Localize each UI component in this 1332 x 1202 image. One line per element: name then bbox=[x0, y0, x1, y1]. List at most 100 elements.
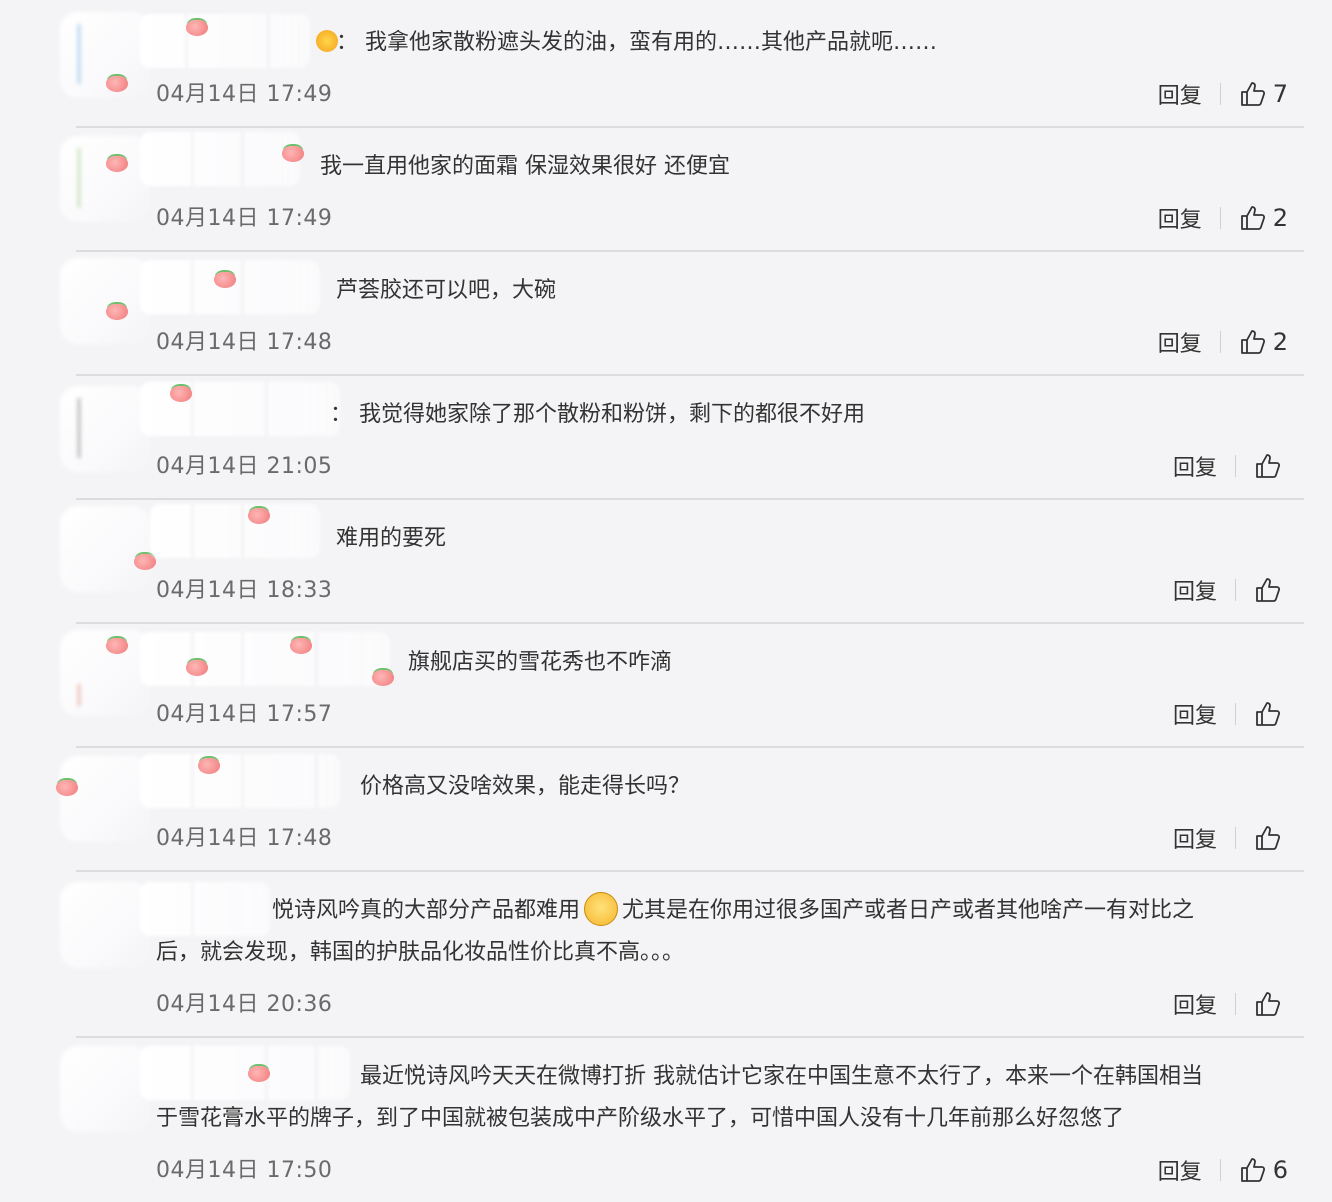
strawberry-icon bbox=[198, 758, 220, 774]
like-button[interactable] bbox=[1254, 824, 1288, 852]
comment-text-continued: 后，就会发现，韩国的护肤品化妆品性价比真不高。。。 bbox=[156, 940, 685, 965]
comment-text: ： 我拿他家散粉遮头发的油，蛮有用的……其他产品就呃…… bbox=[336, 30, 938, 55]
username-blurred[interactable] bbox=[150, 504, 320, 558]
separator bbox=[1235, 827, 1236, 849]
divider bbox=[76, 622, 1304, 624]
comment-text: 难用的要死 bbox=[336, 526, 447, 551]
reply-button[interactable]: 回复 bbox=[1158, 78, 1202, 110]
avatar[interactable] bbox=[60, 136, 150, 222]
comment-text: 悦诗风吟真的大部分产品都难用 尤其是在你用过很多国产或者日产或者其他啥产一有对比之 bbox=[272, 890, 1194, 932]
avatar[interactable] bbox=[60, 12, 150, 98]
avatar[interactable] bbox=[60, 756, 150, 842]
divider bbox=[76, 1036, 1304, 1038]
comment-time: 04月14日 17:48 bbox=[156, 330, 333, 355]
reply-button[interactable]: 回复 bbox=[1173, 988, 1217, 1020]
like-button[interactable]: 6 bbox=[1239, 1156, 1288, 1184]
comment-text: 旗舰店买的雪花秀也不咋滴 bbox=[408, 650, 673, 675]
divider bbox=[76, 374, 1304, 376]
like-button[interactable]: 2 bbox=[1239, 328, 1288, 356]
separator bbox=[1219, 207, 1221, 229]
strawberry-icon bbox=[186, 660, 208, 676]
like-button[interactable]: 2 bbox=[1239, 204, 1288, 232]
strawberry-icon bbox=[214, 272, 236, 288]
username-blurred[interactable] bbox=[140, 754, 340, 808]
avatar[interactable] bbox=[60, 1046, 150, 1132]
username-blurred[interactable] bbox=[140, 882, 270, 936]
username-blurred[interactable] bbox=[140, 632, 390, 686]
like-button[interactable] bbox=[1254, 700, 1288, 728]
reply-button[interactable]: 回复 bbox=[1158, 202, 1202, 234]
like-button[interactable] bbox=[1254, 576, 1288, 604]
comment-time: 04月14日 17:57 bbox=[156, 702, 333, 727]
like-button[interactable] bbox=[1254, 452, 1288, 480]
crown-icon bbox=[316, 30, 338, 52]
like-count: 7 bbox=[1272, 80, 1288, 108]
avatar[interactable] bbox=[60, 882, 150, 968]
username-blurred[interactable] bbox=[140, 14, 310, 68]
comment-time: 04月14日 17:50 bbox=[156, 1158, 333, 1183]
comment-time: 04月14日 21:05 bbox=[156, 454, 333, 479]
avatar[interactable] bbox=[60, 630, 150, 716]
comment-time: 04月14日 18:33 bbox=[156, 578, 333, 603]
separator bbox=[1235, 703, 1236, 725]
strawberry-icon bbox=[106, 304, 128, 320]
comment-time: 04月14日 17:49 bbox=[156, 206, 333, 231]
like-button[interactable] bbox=[1254, 990, 1288, 1018]
thumbs-up-icon bbox=[1256, 992, 1281, 1016]
reply-button[interactable]: 回复 bbox=[1173, 822, 1217, 854]
reply-button[interactable]: 回复 bbox=[1158, 326, 1202, 358]
strawberry-icon bbox=[186, 20, 208, 36]
thumbs-up-icon bbox=[1240, 330, 1265, 354]
avatar[interactable] bbox=[60, 386, 150, 472]
separator bbox=[1219, 331, 1221, 353]
reply-button[interactable]: 回复 bbox=[1173, 450, 1217, 482]
divider bbox=[76, 746, 1304, 748]
like-count: 2 bbox=[1272, 204, 1288, 232]
thumbs-up-icon bbox=[1256, 826, 1281, 850]
like-count: 6 bbox=[1272, 1156, 1288, 1184]
divider bbox=[76, 250, 1304, 252]
comment-time: 04月14日 17:48 bbox=[156, 826, 333, 851]
thumbs-up-icon bbox=[1256, 702, 1281, 726]
smiling-face-icon bbox=[584, 892, 619, 926]
strawberry-icon bbox=[106, 156, 128, 172]
separator bbox=[1235, 455, 1236, 477]
thumbs-up-icon bbox=[1256, 454, 1281, 478]
comment-time: 04月14日 17:49 bbox=[156, 82, 333, 107]
reply-button[interactable]: 回复 bbox=[1173, 698, 1217, 730]
strawberry-icon bbox=[134, 554, 156, 570]
avatar[interactable] bbox=[60, 506, 150, 592]
username-blurred[interactable] bbox=[140, 1046, 350, 1100]
divider bbox=[76, 126, 1304, 128]
comment-text-continued: 于雪花膏水平的牌子，到了中国就被包装成中产阶级水平了，可惜中国人没有十几年前那么… bbox=[156, 1106, 1125, 1131]
like-count: 2 bbox=[1272, 328, 1288, 356]
thumbs-up-icon bbox=[1240, 206, 1265, 230]
username-blurred[interactable] bbox=[140, 132, 300, 186]
comment-text: ： 我觉得她家除了那个散粉和粉饼，剩下的都很不好用 bbox=[330, 402, 866, 427]
comment-text: 我一直用他家的面霜 保湿效果很好 还便宜 bbox=[320, 154, 730, 179]
strawberry-icon bbox=[248, 1066, 270, 1082]
strawberry-icon bbox=[106, 76, 128, 92]
avatar[interactable] bbox=[60, 258, 150, 344]
strawberry-icon bbox=[106, 638, 128, 654]
reply-button[interactable]: 回复 bbox=[1158, 1154, 1202, 1186]
comment-text: 最近悦诗风吟天天在微博打折 我就估计它家在中国生意不太行了，本来一个在韩国相当 bbox=[360, 1064, 1203, 1089]
comment-time: 04月14日 20:36 bbox=[156, 992, 333, 1017]
separator bbox=[1235, 993, 1236, 1015]
comment-text: 芦荟胶还可以吧，大碗 bbox=[336, 278, 557, 303]
separator bbox=[1235, 579, 1236, 601]
strawberry-icon bbox=[170, 386, 192, 402]
strawberry-icon bbox=[372, 670, 394, 686]
reply-button[interactable]: 回复 bbox=[1173, 574, 1217, 606]
like-button[interactable]: 7 bbox=[1239, 80, 1288, 108]
separator bbox=[1219, 83, 1221, 105]
strawberry-icon bbox=[248, 508, 270, 524]
divider bbox=[76, 498, 1304, 500]
thumbs-up-icon bbox=[1240, 82, 1265, 106]
strawberry-icon bbox=[290, 638, 312, 654]
strawberry-icon bbox=[56, 780, 78, 796]
strawberry-icon bbox=[282, 146, 304, 162]
comment-text: 价格高又没啥效果，能走得长吗？ bbox=[360, 774, 691, 799]
divider bbox=[76, 870, 1304, 872]
separator bbox=[1219, 1159, 1221, 1181]
